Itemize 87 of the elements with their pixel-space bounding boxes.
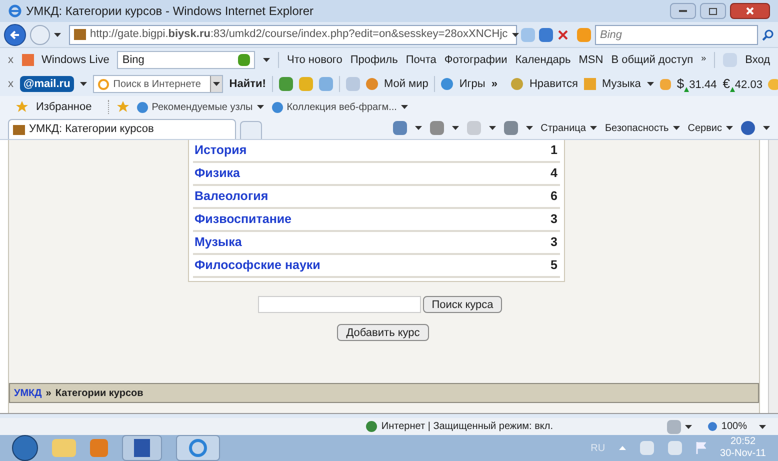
exchange-rate[interactable]: € 42.03 [722, 74, 762, 94]
web-search-field[interactable]: Поиск в Интернете [93, 75, 224, 93]
category-link[interactable]: Музыка [194, 233, 242, 252]
back-button[interactable] [4, 24, 26, 46]
course-count: 4 [550, 165, 558, 182]
caret-icon [400, 105, 408, 109]
add-course-button[interactable]: Добавить курс [337, 324, 429, 341]
toolbar-link[interactable]: Нравится [529, 76, 578, 92]
caret-icon [726, 126, 733, 130]
search-field[interactable]: Bing [595, 24, 758, 44]
caret-icon [512, 32, 519, 36]
favorites-button[interactable]: Избранное [36, 98, 92, 116]
close-button[interactable] [730, 3, 770, 19]
caret-icon [414, 126, 422, 130]
caret-icon [54, 32, 61, 36]
caret-icon [452, 126, 459, 130]
browser-tab[interactable]: УМКД: Категории курсов [8, 119, 236, 139]
exchange-rate[interactable]: $ 31.44 [676, 74, 717, 94]
breadcrumb-separator: » [46, 386, 52, 400]
more-chevron[interactable]: » [491, 76, 498, 92]
toolbar-close[interactable]: x [8, 76, 14, 92]
command-menu[interactable]: Страница [540, 120, 597, 136]
caret-icon [672, 126, 680, 130]
toolbar-link[interactable]: Календарь [515, 52, 571, 68]
category-link[interactable]: История [194, 141, 247, 160]
caret-icon [759, 424, 766, 428]
toolbar-link[interactable]: Профиль [350, 52, 398, 68]
category-link[interactable]: Валеология [194, 187, 268, 206]
course-count: 3 [550, 211, 558, 228]
toolbar-search-field[interactable]: Bing [117, 51, 255, 69]
caret-icon [590, 126, 597, 130]
toolbar-close[interactable]: x [8, 52, 14, 68]
course-count: 3 [550, 234, 558, 252]
category-link[interactable]: Физвоспитание [194, 210, 292, 229]
toolbar-link[interactable]: Игры [459, 76, 486, 92]
add-favorite-icon[interactable] [116, 101, 129, 113]
breadcrumb-link[interactable]: УМКД [14, 386, 42, 400]
caret-icon [80, 82, 88, 86]
mail-logo[interactable]: @mail.ru [20, 76, 74, 92]
toolbar-link[interactable]: Фотографии [444, 52, 508, 68]
favorites-link[interactable]: Коллекция веб-фрагм... [272, 100, 408, 114]
zoom-level[interactable]: 100% [708, 419, 747, 434]
star-icon [16, 101, 28, 113]
window-title: УМКД: Категории курсов - Windows Internet Explorer [26, 3, 315, 20]
caret-icon [763, 126, 770, 130]
toolbar-link[interactable]: Что нового [286, 52, 342, 68]
status-text: Интернет | Защищенный режим: вкл. [381, 420, 554, 434]
caret-icon [213, 82, 220, 86]
category-link[interactable]: Философские науки [194, 256, 320, 275]
caret-up-icon[interactable] [619, 446, 626, 450]
caret-icon [262, 58, 270, 62]
close-icon [746, 7, 754, 15]
breadcrumb-current: Категории курсов [55, 386, 144, 400]
toolbar-link[interactable]: Музыка [602, 76, 641, 92]
flag-icon[interactable] [696, 442, 706, 454]
caret-icon [488, 126, 496, 130]
up-arrow-icon [684, 86, 690, 92]
new-tab-button[interactable] [240, 121, 262, 139]
course-search-field[interactable] [258, 296, 421, 313]
search-course-button[interactable]: Поиск курса [422, 296, 502, 313]
favorites-link[interactable]: Рекомендуемые узлы [136, 100, 264, 114]
stop-icon[interactable] [557, 28, 569, 40]
address-field[interactable]: http://gate.bigpi.biysk.ru:83/umkd2/course/index.php?edit=on&sesskey=28oxXNCHjc [69, 24, 517, 44]
command-menu[interactable]: Сервис [688, 120, 733, 136]
caret-icon [526, 126, 533, 130]
toolbar-link[interactable]: Мой мир [384, 76, 428, 92]
caret-icon [646, 82, 654, 86]
up-arrow-icon [730, 86, 735, 92]
more-chevron[interactable]: » [701, 52, 706, 66]
toolbar-link[interactable]: Почта [406, 52, 436, 68]
sign-in-link[interactable]: Вход [745, 52, 770, 68]
course-count: 5 [550, 257, 558, 274]
course-count: 1 [550, 142, 558, 160]
restore-button[interactable] [700, 3, 726, 19]
toolbar-label: Windows Live [42, 52, 110, 68]
scrollbar[interactable] [768, 140, 778, 413]
minimize-button[interactable] [670, 3, 696, 19]
command-menu[interactable]: Безопасность [604, 120, 680, 136]
course-count: 6 [550, 188, 558, 206]
caret-icon [685, 424, 692, 428]
start-button[interactable] [12, 435, 38, 461]
back-arrow-icon [10, 30, 20, 40]
find-button[interactable]: Найти! [229, 76, 266, 92]
caret-icon [256, 105, 264, 109]
toolbar-link[interactable]: MSN [578, 52, 604, 68]
toolbar-link[interactable]: В общий доступ [611, 52, 694, 68]
category-link[interactable]: Физика [194, 164, 240, 183]
